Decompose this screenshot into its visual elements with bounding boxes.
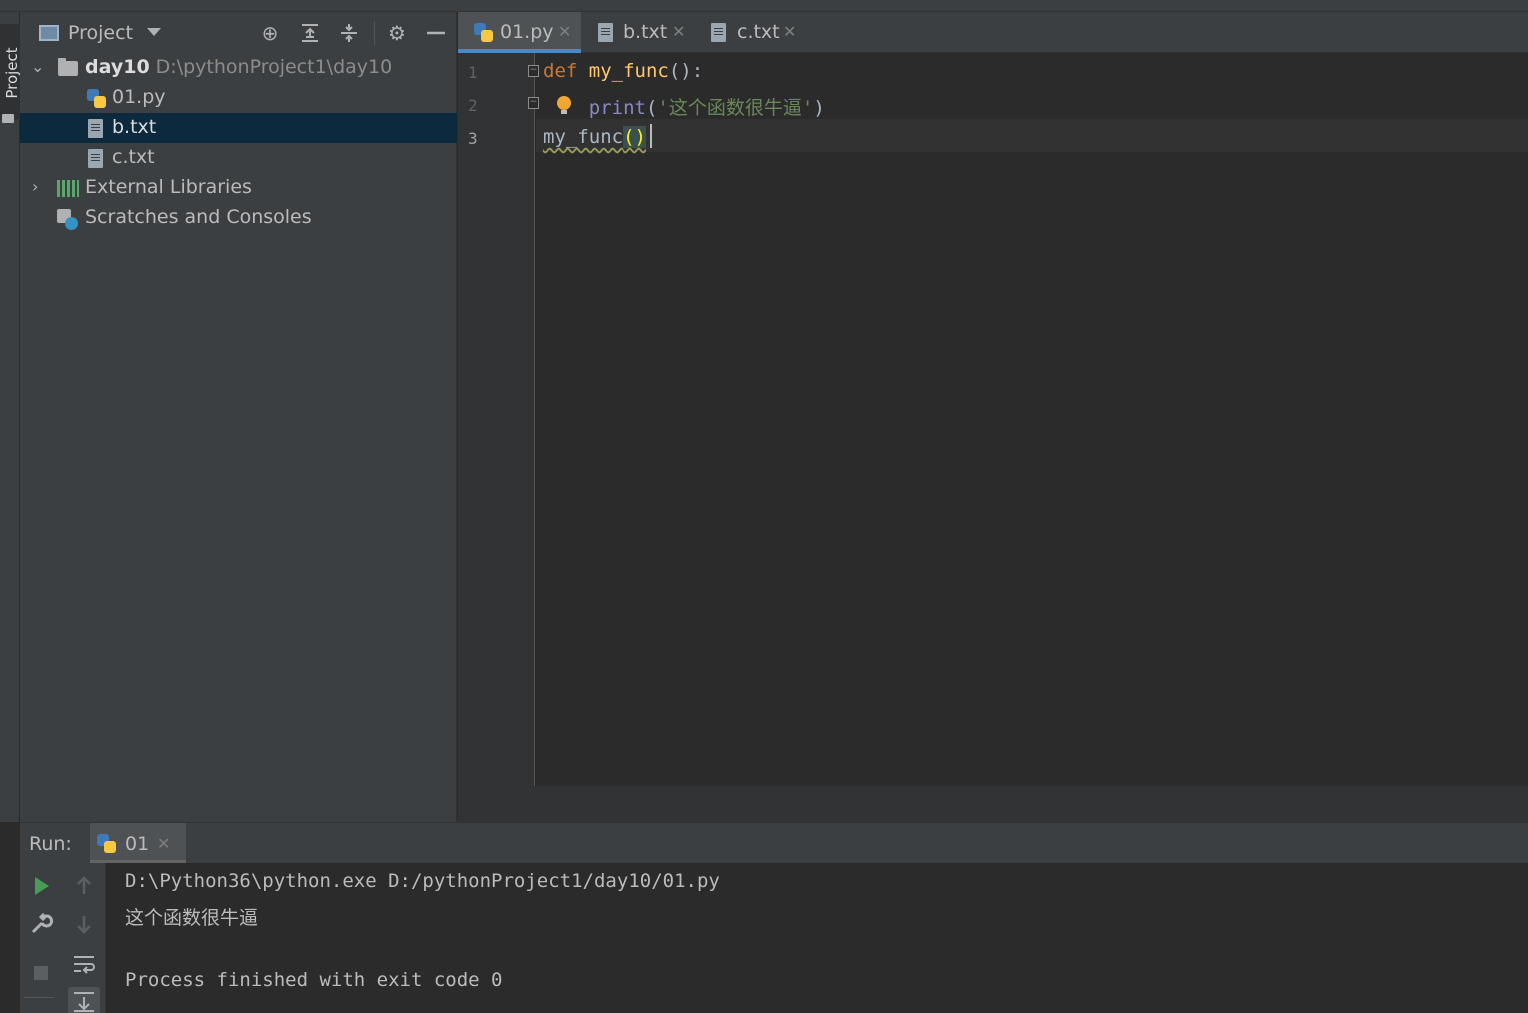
tree-item-scratches[interactable]: Scratches and Consoles: [20, 203, 457, 233]
run-toolbar: [20, 863, 106, 1013]
run-console[interactable]: D:\Python36\python.exe D:/pythonProject1…: [106, 863, 1528, 1013]
wrench-icon[interactable]: [27, 910, 55, 938]
code-line-1: def my_func():: [543, 60, 703, 82]
arrow-down-icon[interactable]: [70, 910, 98, 938]
keyword-def: def: [543, 60, 578, 82]
gear-icon[interactable]: ⚙: [386, 22, 408, 44]
code-punct: ():: [668, 60, 704, 82]
console-line: Process finished with exit code 0: [125, 969, 503, 991]
project-stripe-label: Project: [3, 47, 21, 99]
chevron-right-icon[interactable]: ›: [32, 177, 38, 196]
tab-label: b.txt: [623, 21, 668, 43]
line-number: 2: [468, 96, 478, 115]
stop-icon[interactable]: [27, 959, 55, 987]
text-file-icon: [88, 119, 103, 138]
tab-01-py[interactable]: 01.py ✕: [458, 12, 581, 53]
line-number-gutter: 1 2 3: [458, 53, 535, 786]
editor-tab-bar: 01.py ✕ b.txt ✕ c.txt ✕: [458, 12, 1528, 53]
function-name: my_func: [588, 60, 669, 82]
text-caret: [650, 124, 652, 148]
tab-b-txt[interactable]: b.txt ✕: [582, 12, 694, 53]
tree-item-b-txt[interactable]: b.txt: [20, 113, 457, 143]
run-label: Run:: [29, 833, 72, 855]
python-file-icon: [97, 834, 117, 854]
close-icon[interactable]: ✕: [558, 22, 571, 41]
builtin-print: print: [588, 97, 646, 119]
tree-item-label: b.txt: [112, 116, 157, 138]
close-icon[interactable]: ✕: [157, 834, 170, 853]
string-literal: '这个函数很牛逼': [657, 97, 814, 119]
fold-toggle-icon[interactable]: −: [528, 65, 539, 77]
tree-item-label: day10 D:\pythonProject1\day10: [85, 56, 392, 78]
text-file-icon: [88, 149, 103, 168]
title-bar: [0, 0, 1528, 12]
folder-icon: [58, 58, 78, 76]
tree-item-external-libraries[interactable]: › External Libraries: [20, 173, 457, 203]
project-view-selector[interactable]: Project: [68, 22, 133, 44]
tool-window-stripe: Project: [0, 12, 21, 822]
code-punct: (: [645, 97, 658, 119]
project-view-icon: [39, 25, 59, 41]
python-file-icon: [474, 23, 494, 43]
editor-breadcrumb-bar: [458, 786, 1528, 822]
chevron-down-icon[interactable]: ⌄: [31, 57, 44, 76]
close-icon[interactable]: ✕: [783, 22, 796, 41]
console-line: D:\Python36\python.exe D:/pythonProject1…: [125, 870, 720, 892]
text-file-icon: [598, 23, 613, 42]
tree-item-label: Scratches and Consoles: [85, 206, 312, 228]
rerun-icon[interactable]: [27, 872, 55, 900]
run-tab-01[interactable]: 01 ✕: [90, 823, 186, 864]
folder-path: D:\pythonProject1\day10: [155, 56, 393, 78]
code-punct: ): [813, 97, 825, 119]
close-icon[interactable]: ✕: [672, 22, 685, 41]
tree-item-label: c.txt: [112, 146, 155, 168]
collapse-all-icon[interactable]: [338, 22, 360, 44]
minimize-icon[interactable]: [425, 22, 447, 44]
tree-item-label: 01.py: [112, 86, 166, 108]
matched-parens: (): [623, 126, 646, 148]
python-file-icon: [87, 89, 107, 109]
console-line: 这个函数很牛逼: [125, 907, 259, 929]
tab-label: 01.py: [500, 21, 554, 43]
function-call: my_func: [543, 126, 624, 148]
chevron-down-icon[interactable]: [147, 28, 161, 36]
ide-window: Project Project ⊕ ⚙ ⌄ day10 D:\pythonPro…: [0, 0, 1528, 1013]
scroll-to-end-icon[interactable]: [68, 987, 100, 1013]
folder-icon: [2, 114, 14, 123]
header-divider: [374, 21, 375, 45]
code-line-3: my_func(): [543, 126, 646, 148]
text-file-icon: [711, 23, 726, 42]
current-line-highlight: [536, 119, 1528, 152]
tab-label: c.txt: [737, 21, 780, 43]
library-icon: [57, 180, 79, 197]
locate-icon[interactable]: ⊕: [259, 22, 281, 44]
tree-item-c-txt[interactable]: c.txt: [20, 143, 457, 173]
run-tab-label: 01: [125, 833, 150, 855]
tree-item-day10[interactable]: ⌄ day10 D:\pythonProject1\day10: [20, 53, 457, 83]
scratches-icon: [57, 209, 79, 231]
toolbar-divider: [24, 997, 54, 998]
expand-all-icon[interactable]: [299, 22, 321, 44]
line-number: 3: [468, 129, 478, 148]
tree-item-01-py[interactable]: 01.py: [20, 83, 457, 113]
project-tool-button[interactable]: Project: [0, 24, 21, 123]
fold-end-icon[interactable]: −: [528, 97, 539, 109]
line-number: 1: [468, 63, 478, 82]
tab-c-txt[interactable]: c.txt ✕: [695, 12, 807, 53]
project-panel-header: Project ⊕ ⚙: [20, 12, 456, 54]
arrow-up-icon[interactable]: [70, 872, 98, 900]
project-panel: Project ⊕ ⚙ ⌄ day10 D:\pythonProject1\day…: [20, 12, 457, 822]
code-line-2: print('这个函数很牛逼'): [543, 93, 825, 120]
soft-wrap-icon[interactable]: [70, 951, 98, 979]
folder-name: day10: [85, 56, 150, 78]
run-panel-header: Run: 01 ✕: [20, 822, 1528, 864]
code-editor[interactable]: 1 2 3 − − def my_func(): print('这个函数很牛逼'…: [458, 53, 1528, 786]
tree-item-label: External Libraries: [85, 176, 252, 198]
